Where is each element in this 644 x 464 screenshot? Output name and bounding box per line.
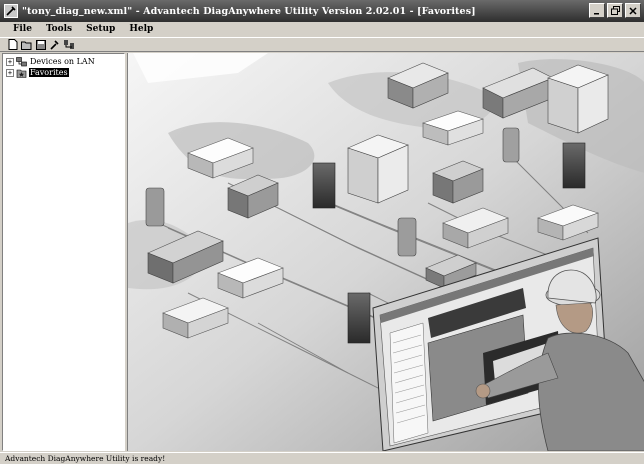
main-view bbox=[127, 53, 644, 451]
connect-button[interactable] bbox=[62, 39, 75, 51]
open-icon bbox=[20, 41, 31, 50]
tree-item-favorites[interactable]: + Favorites bbox=[6, 67, 124, 78]
restore-icon bbox=[610, 6, 620, 15]
devices-illustration bbox=[128, 53, 644, 451]
lan-icon bbox=[16, 56, 27, 66]
menu-bar: File Tools Setup Help bbox=[0, 22, 644, 36]
menu-tools[interactable]: Tools bbox=[43, 24, 75, 34]
tree-item-devices-on-lan[interactable]: + Devices on LAN bbox=[6, 56, 124, 67]
menu-setup[interactable]: Setup bbox=[83, 24, 118, 34]
connect-icon bbox=[63, 40, 74, 49]
wrench-icon bbox=[4, 4, 18, 18]
new-icon bbox=[8, 39, 17, 50]
status-bar: Advantech DiagAnywhere Utility is ready! bbox=[0, 452, 644, 464]
toolbar bbox=[0, 37, 644, 52]
close-button[interactable] bbox=[625, 3, 641, 18]
restore-button[interactable] bbox=[607, 3, 623, 18]
menu-help[interactable]: Help bbox=[126, 24, 156, 34]
device-tree[interactable]: + Devices on LAN + Favorites bbox=[2, 53, 125, 451]
expand-icon[interactable]: + bbox=[6, 68, 14, 77]
tools-button[interactable] bbox=[48, 39, 61, 51]
new-button[interactable] bbox=[6, 39, 19, 51]
window-title: "tony_diag_new.xml" - Advantech DiagAnyw… bbox=[22, 5, 476, 17]
status-text: Advantech DiagAnywhere Utility is ready! bbox=[5, 454, 166, 463]
save-button[interactable] bbox=[34, 39, 47, 51]
tree-item-label[interactable]: Devices on LAN bbox=[29, 57, 96, 66]
title-bar: "tony_diag_new.xml" - Advantech DiagAnyw… bbox=[0, 0, 644, 22]
close-icon bbox=[629, 6, 637, 15]
save-icon bbox=[35, 39, 46, 50]
minimize-button[interactable] bbox=[589, 3, 605, 18]
open-button[interactable] bbox=[20, 39, 33, 51]
favorites-icon bbox=[16, 69, 27, 78]
tree-item-label[interactable]: Favorites bbox=[29, 68, 69, 77]
expand-icon[interactable]: + bbox=[6, 57, 14, 66]
minimize-icon bbox=[594, 12, 599, 14]
tools-icon bbox=[50, 40, 59, 50]
menu-file[interactable]: File bbox=[10, 24, 35, 34]
